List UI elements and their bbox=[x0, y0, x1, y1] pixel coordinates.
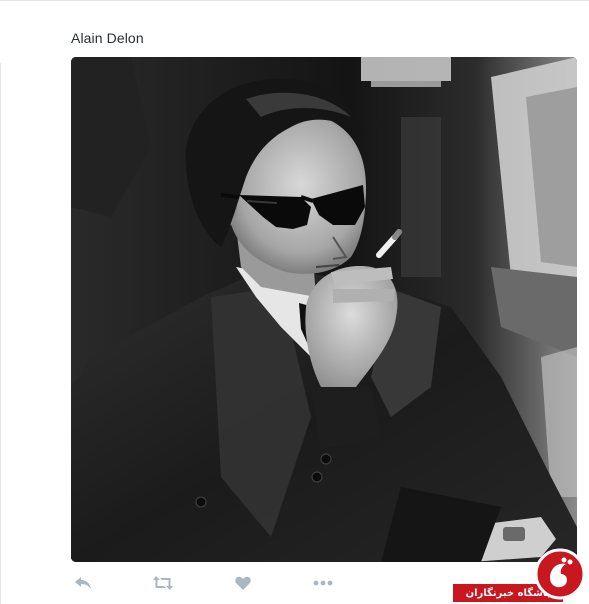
reply-button[interactable] bbox=[71, 572, 95, 594]
more-button[interactable] bbox=[311, 572, 335, 594]
heart-icon bbox=[235, 576, 251, 590]
reply-icon bbox=[75, 577, 91, 589]
top-divider bbox=[0, 0, 589, 1]
retweet-button[interactable] bbox=[151, 572, 175, 594]
more-dots-icon bbox=[313, 580, 333, 586]
watermark-logo-icon bbox=[534, 548, 586, 600]
tweet-text: Alain Delon bbox=[71, 30, 144, 46]
like-button[interactable] bbox=[231, 572, 255, 594]
photo-black-and-white-portrait bbox=[71, 57, 577, 562]
tweet-actions bbox=[71, 571, 335, 595]
tweet-photo[interactable] bbox=[71, 57, 577, 562]
tweet-page: Alain Delon باشگاه خبرنگاران bbox=[0, 0, 589, 604]
retweet-icon bbox=[153, 576, 173, 590]
left-divider bbox=[0, 63, 1, 604]
